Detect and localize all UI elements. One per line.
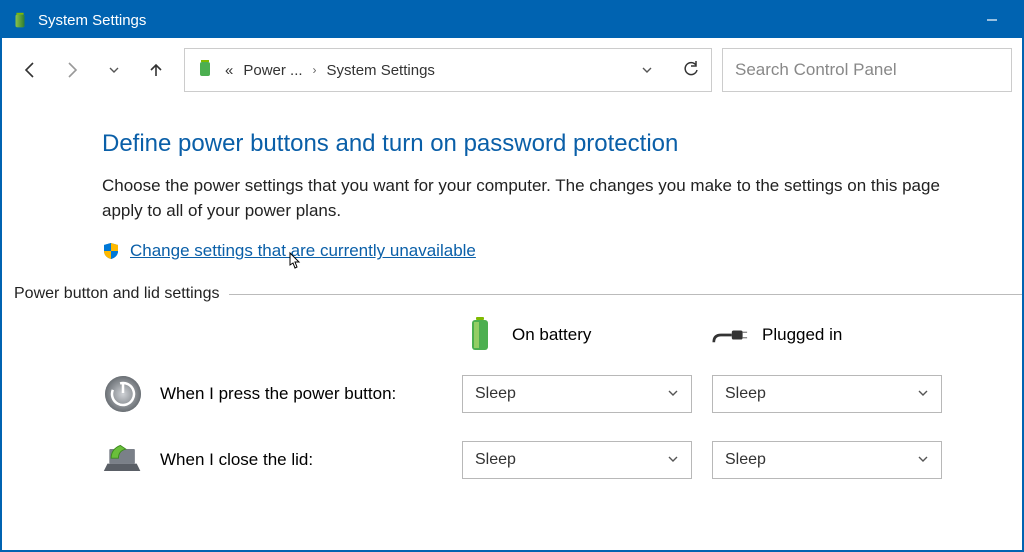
dropdown-value: Sleep — [475, 385, 516, 403]
toolbar: « Power ... › System Settings Search Con… — [2, 38, 1022, 102]
laptop-lid-icon — [102, 439, 144, 481]
chevron-down-icon — [667, 387, 679, 402]
section-label-row: Power button and lid settings — [14, 285, 966, 303]
close-lid-plugged-dropdown[interactable]: Sleep — [712, 441, 942, 479]
content-area: Define power buttons and turn on passwor… — [2, 102, 1022, 481]
breadcrumb-item[interactable]: Power ... — [243, 62, 302, 79]
setting-label-text: When I press the power button: — [160, 384, 396, 404]
recent-dropdown-button[interactable] — [104, 60, 124, 80]
chevron-down-icon — [667, 453, 679, 468]
page-title: Define power buttons and turn on passwor… — [102, 130, 966, 158]
setting-label-text: When I close the lid: — [160, 450, 313, 470]
section-label: Power button and lid settings — [14, 285, 219, 303]
address-bar-icon — [195, 58, 215, 82]
col-header-battery: On battery — [462, 317, 712, 353]
chevron-down-icon — [917, 387, 929, 402]
col-header-plugged-label: Plugged in — [762, 325, 842, 345]
setting-label: When I close the lid: — [102, 439, 462, 481]
refresh-button[interactable] — [681, 60, 701, 80]
setting-row-close-lid: When I close the lid: Sleep Sleep — [102, 439, 966, 481]
change-settings-row: Change settings that are currently unava… — [102, 241, 966, 261]
plug-icon — [712, 317, 748, 353]
breadcrumb-prefix: « — [225, 62, 233, 79]
minimize-button[interactable] — [970, 2, 1014, 38]
power-button-battery-dropdown[interactable]: Sleep — [462, 375, 692, 413]
shield-icon — [102, 242, 120, 260]
setting-row-power-button: When I press the power button: Sleep Sle… — [102, 373, 966, 415]
dropdown-value: Sleep — [725, 451, 766, 469]
setting-label: When I press the power button: — [102, 373, 462, 415]
change-settings-link[interactable]: Change settings that are currently unava… — [130, 241, 476, 261]
dropdown-value: Sleep — [725, 385, 766, 403]
section-divider — [229, 294, 1022, 295]
column-headers: On battery Plugged in — [102, 317, 966, 353]
power-button-plugged-dropdown[interactable]: Sleep — [712, 375, 942, 413]
titlebar: System Settings — [2, 2, 1022, 38]
up-button[interactable] — [146, 60, 166, 80]
nav-buttons — [12, 60, 174, 80]
col-header-plugged: Plugged in — [712, 317, 962, 353]
dropdown-value: Sleep — [475, 451, 516, 469]
power-button-icon — [102, 373, 144, 415]
address-dropdown-button[interactable] — [637, 60, 657, 80]
col-header-battery-label: On battery — [512, 325, 591, 345]
close-lid-battery-dropdown[interactable]: Sleep — [462, 441, 692, 479]
address-bar[interactable]: « Power ... › System Settings — [184, 48, 712, 92]
battery-icon — [462, 317, 498, 353]
breadcrumb-item[interactable]: System Settings — [327, 62, 435, 79]
back-button[interactable] — [20, 60, 40, 80]
search-placeholder: Search Control Panel — [735, 60, 897, 80]
window-title: System Settings — [38, 12, 970, 29]
page-description: Choose the power settings that you want … — [102, 174, 966, 223]
forward-button[interactable] — [62, 60, 82, 80]
search-input[interactable]: Search Control Panel — [722, 48, 1012, 92]
breadcrumb-separator: › — [313, 63, 317, 77]
battery-app-icon — [10, 10, 30, 30]
chevron-down-icon — [917, 453, 929, 468]
